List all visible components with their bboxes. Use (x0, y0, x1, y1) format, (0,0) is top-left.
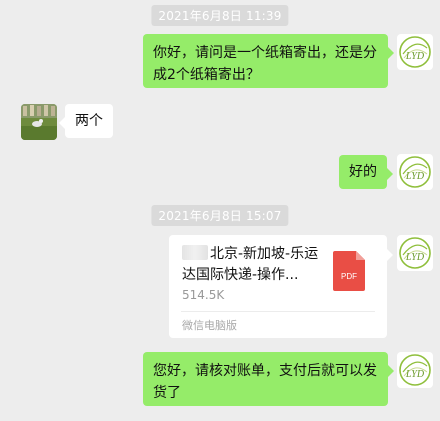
timestamp: 2021年6月8日 11:39 (151, 5, 289, 26)
svg-text:LYD: LYD (405, 369, 425, 380)
redacted-text (182, 245, 208, 260)
lyd-logo-icon: LYD (399, 354, 431, 386)
pdf-file-icon: PDF (333, 251, 365, 291)
svg-text:LYD: LYD (405, 252, 425, 263)
self-avatar[interactable]: LYD (397, 352, 433, 388)
file-size: 514.5K (182, 288, 225, 302)
divider (181, 311, 375, 312)
self-avatar[interactable]: LYD (397, 34, 433, 70)
file-name: 北京-新加坡-乐运达国际快递-操作... (182, 245, 319, 283)
message-bubble-self[interactable]: 您好，请核对账单，支付后就可以发货了 (143, 352, 394, 406)
timestamp: 2021年6月8日 15:07 (151, 205, 289, 226)
file-message-card[interactable]: 北京-新加坡-乐运达国际快递-操作... 514.5K PDF 微信电脑版 (169, 235, 393, 338)
svg-text:PDF: PDF (341, 272, 357, 281)
contact-avatar[interactable] (21, 104, 57, 140)
message-text: 你好，请问是一个纸箱寄出，还是分成2个纸箱寄出？ (153, 45, 377, 83)
self-avatar[interactable]: LYD (397, 235, 433, 271)
lyd-logo-icon: LYD (399, 237, 431, 269)
file-source-label: 微信电脑版 (182, 319, 237, 332)
message-bubble-other[interactable]: 两个 (59, 104, 113, 138)
message-text: 两个 (75, 113, 103, 129)
message-text: 您好，请核对账单，支付后就可以发货了 (153, 363, 377, 401)
lyd-logo-icon: LYD (399, 36, 431, 68)
message-text: 好的 (349, 164, 377, 180)
self-avatar[interactable]: LYD (397, 154, 433, 190)
contact-photo-icon (21, 104, 57, 140)
lyd-logo-icon: LYD (399, 156, 431, 188)
message-bubble-self[interactable]: 你好，请问是一个纸箱寄出，还是分成2个纸箱寄出？ (143, 34, 394, 88)
message-bubble-self[interactable]: 好的 (339, 155, 393, 189)
svg-text:LYD: LYD (405, 171, 425, 182)
svg-text:LYD: LYD (405, 51, 425, 62)
